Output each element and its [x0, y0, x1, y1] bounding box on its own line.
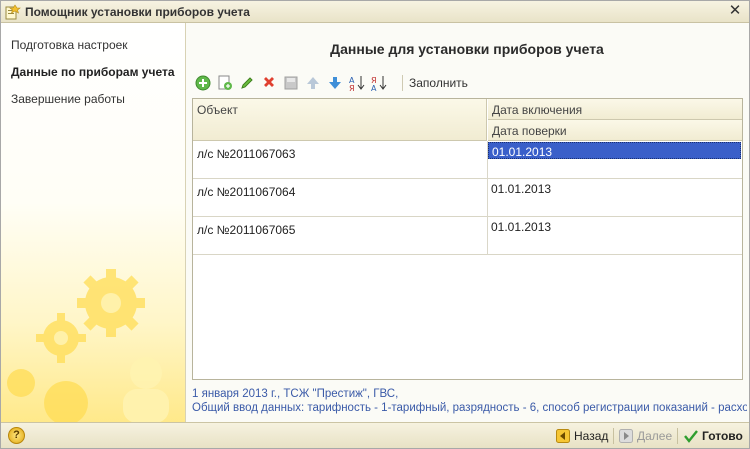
cell-check-date[interactable] — [488, 160, 741, 178]
wizard-steps-sidebar: Подготовка настроек Данные по приборам у… — [1, 23, 186, 422]
sort-desc-icon[interactable]: ЯA — [369, 73, 389, 93]
fill-button[interactable]: Заполнить — [409, 76, 468, 90]
gears-decoration-icon — [7, 269, 169, 422]
move-up-icon[interactable] — [303, 73, 323, 93]
close-icon[interactable]: ✕ — [727, 3, 743, 19]
cell-check-date[interactable] — [488, 198, 741, 216]
next-label: Далее — [637, 429, 673, 443]
add-icon[interactable] — [193, 73, 213, 93]
footer-separator — [613, 428, 614, 444]
svg-text:A: A — [371, 84, 377, 92]
save-icon[interactable] — [281, 73, 301, 93]
cell-check-date[interactable] — [488, 236, 741, 254]
cell-object: л/с №2011067064 — [197, 185, 296, 199]
svg-text:Я: Я — [349, 84, 355, 92]
edit-icon[interactable] — [237, 73, 257, 93]
arrow-right-icon — [619, 429, 633, 443]
footer-bar: ? Назад Далее Готово — [1, 422, 749, 448]
move-down-icon[interactable] — [325, 73, 345, 93]
step-meter-data[interactable]: Данные по приборам учета — [11, 65, 175, 79]
info-line-2: Общий ввод данных: тарифность - 1-тарифн… — [192, 402, 747, 414]
table-row[interactable]: л/с №2011067065 01.01.2013 — [193, 217, 742, 255]
table-row[interactable]: л/с №2011067064 01.01.2013 — [193, 179, 742, 217]
step-finish[interactable]: Завершение работы — [11, 92, 125, 106]
column-header-enable-date[interactable]: Дата включения — [488, 99, 742, 120]
title-bar[interactable]: Помощник установки приборов учета ✕ — [1, 1, 749, 23]
cell-object: л/с №2011067063 — [197, 147, 296, 161]
cell-enable-date[interactable]: 01.01.2013 — [488, 180, 741, 197]
cell-enable-date[interactable]: 01.01.2013 — [488, 142, 741, 159]
column-header-object[interactable]: Объект — [193, 99, 487, 141]
copy-icon[interactable] — [215, 73, 235, 93]
column-header-check-date[interactable]: Дата поверки — [488, 120, 742, 141]
wizard-window: Помощник установки приборов учета ✕ Подг… — [0, 0, 750, 449]
back-label: Назад — [574, 429, 609, 443]
toolbar-separator — [402, 75, 403, 91]
window-title: Помощник установки приборов учета — [25, 5, 250, 19]
cell-enable-date[interactable]: 01.01.2013 — [488, 218, 741, 235]
app-wizard-icon — [5, 4, 21, 20]
main-panel: Данные для установки приборов учета A Я … — [187, 23, 749, 422]
help-icon[interactable]: ? — [8, 427, 25, 444]
table-row[interactable]: л/с №2011067063 01.01.2013 — [193, 141, 742, 179]
cell-object: л/с №2011067065 — [197, 223, 296, 237]
page-title: Данные для установки приборов учета — [330, 41, 604, 57]
table-toolbar: AЯ ЯA Заполнить — [193, 73, 743, 93]
meters-table[interactable]: Объект Дата включения Дата поверки л/с №… — [192, 98, 743, 380]
next-button[interactable]: Далее — [619, 427, 672, 445]
step-preparation[interactable]: Подготовка настроек — [11, 38, 128, 52]
back-button[interactable]: Назад — [556, 427, 608, 445]
arrow-left-icon — [556, 429, 570, 443]
row-info-panel: 1 января 2013 г., ТСЖ "Престиж", ГВС, Об… — [192, 387, 747, 415]
done-label: Готово — [702, 429, 743, 443]
sort-asc-icon[interactable]: AЯ — [347, 73, 367, 93]
footer-separator — [677, 428, 678, 444]
delete-icon[interactable] — [259, 73, 279, 93]
done-button[interactable]: Готово — [684, 427, 743, 445]
checkmark-icon — [684, 429, 698, 443]
info-line-1: 1 января 2013 г., ТСЖ "Престиж", ГВС, — [192, 388, 399, 400]
